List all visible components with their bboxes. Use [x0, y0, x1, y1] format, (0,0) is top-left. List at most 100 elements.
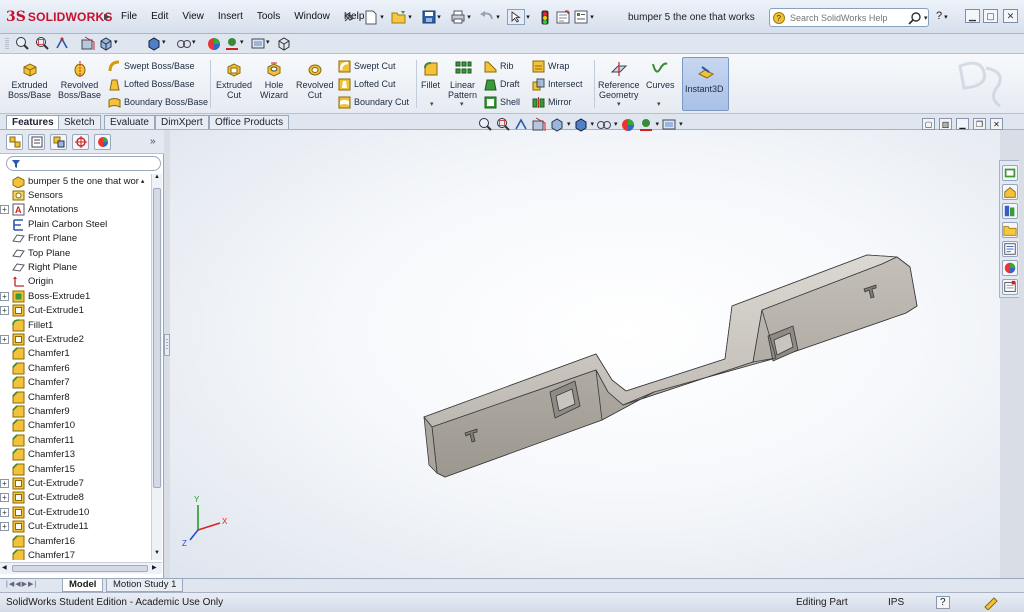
- tree-item[interactable]: Fillet1: [0, 318, 151, 332]
- expand-node-icon[interactable]: +: [0, 478, 9, 488]
- tree-item[interactable]: Chamfer8: [0, 390, 151, 404]
- hud-section-view-icon[interactable]: [531, 117, 547, 132]
- expand-node-icon[interactable]: +: [0, 522, 9, 532]
- tree-item[interactable]: Top Plane: [0, 246, 151, 260]
- hud-previous-view-icon[interactable]: [513, 117, 529, 132]
- expand-node-icon[interactable]: +: [0, 291, 9, 301]
- tree-item[interactable]: Chamfer15: [0, 462, 151, 476]
- select-arrow-icon[interactable]: [507, 9, 525, 25]
- print-dropdown-icon[interactable]: ▾: [465, 9, 473, 25]
- extruded-cut-button[interactable]: Extruded Cut: [216, 60, 252, 100]
- pin-menu-icon[interactable]: [342, 10, 356, 24]
- intersect-button[interactable]: Intersect: [532, 76, 583, 92]
- tree-item[interactable]: + Cut-Extrude8: [0, 491, 151, 505]
- edit-appearance-icon[interactable]: [206, 36, 222, 51]
- help-button[interactable]: ? ▾: [936, 10, 948, 22]
- appearances-scenes-icon[interactable]: [1002, 260, 1018, 276]
- scroll-down-icon[interactable]: ▼: [154, 550, 160, 556]
- menu-tools[interactable]: Tools: [250, 11, 287, 22]
- tree-horizontal-scrollbar[interactable]: ◀ ▶: [0, 562, 162, 574]
- unit-system-button[interactable]: IPS: [888, 597, 904, 608]
- minimize-button[interactable]: ▁: [965, 9, 980, 23]
- expand-node-icon[interactable]: +: [0, 507, 9, 517]
- tree-item[interactable]: + Boss-Extrude1: [0, 289, 151, 303]
- swept-boss-base-button[interactable]: Swept Boss/Base: [108, 58, 195, 74]
- undo-dropdown-icon[interactable]: ▾: [494, 9, 502, 25]
- solidworks-logo[interactable]: 3S SOLIDWORKS: [6, 9, 113, 25]
- hud-scene-dropdown-icon[interactable]: ▾: [656, 120, 660, 128]
- tree-item[interactable]: + Cut-Extrude7: [0, 476, 151, 490]
- tree-item[interactable]: Chamfer10: [0, 419, 151, 433]
- menu-edit[interactable]: Edit: [144, 11, 175, 22]
- rib-button[interactable]: Rib: [484, 58, 514, 74]
- fillet-button[interactable]: Fillet: [421, 60, 440, 90]
- hud-hide-show-icon[interactable]: [596, 117, 612, 132]
- view-settings-icon[interactable]: [250, 36, 266, 51]
- menu-view[interactable]: View: [175, 11, 211, 22]
- tab-model[interactable]: Model: [62, 579, 104, 592]
- tree-item[interactable]: Chamfer13: [0, 448, 151, 462]
- reference-geometry-dropdown-icon[interactable]: ▾: [617, 100, 621, 108]
- doc-restore-button[interactable]: ❐: [973, 118, 986, 130]
- viewport-split-icon[interactable]: ▢: [922, 118, 935, 130]
- expand-node-icon[interactable]: +: [0, 334, 9, 344]
- lofted-boss-base-button[interactable]: Lofted Boss/Base: [108, 76, 195, 92]
- custom-properties-icon[interactable]: [1002, 279, 1018, 295]
- tab-motion-study-1[interactable]: Motion Study 1: [106, 579, 184, 592]
- graphics-area[interactable]: Y X Z: [170, 130, 1000, 578]
- tree-item[interactable]: Sensors: [0, 188, 151, 202]
- configurationmanager-tab[interactable]: [50, 134, 67, 150]
- extruded-boss-base-button[interactable]: Extruded Boss/Base: [8, 60, 51, 100]
- menu-file[interactable]: File: [118, 11, 144, 22]
- boundary-boss-base-button[interactable]: Boundary Boss/Base: [108, 94, 208, 110]
- select-dropdown-icon[interactable]: ▾: [524, 9, 532, 25]
- curves-dropdown-icon[interactable]: ▾: [657, 100, 661, 108]
- scroll-up-icon[interactable]: ▲: [154, 174, 160, 180]
- linear-pattern-dropdown-icon[interactable]: ▾: [460, 100, 464, 108]
- file-properties-icon[interactable]: [554, 9, 572, 25]
- view-orientation-icon[interactable]: [98, 36, 114, 51]
- wrap-button[interactable]: Wrap: [532, 58, 569, 74]
- folder-icon[interactable]: [1002, 222, 1018, 238]
- search-icon[interactable]: [908, 11, 922, 25]
- hud-display-style-icon[interactable]: [573, 117, 589, 132]
- tree-root-part[interactable]: bumper 5 the one that wor ▴: [0, 174, 151, 188]
- hud-display-dropdown-icon[interactable]: ▾: [591, 120, 595, 128]
- scroll-right-icon[interactable]: ▶: [152, 564, 157, 571]
- featuremanager-tab[interactable]: [6, 134, 23, 150]
- expand-node-icon[interactable]: +: [0, 493, 9, 503]
- tab-sketch[interactable]: Sketch: [58, 115, 101, 129]
- previous-view-icon[interactable]: [54, 36, 70, 51]
- hud-view-settings-icon[interactable]: [661, 117, 677, 132]
- quick-tips-icon[interactable]: [983, 596, 999, 610]
- viewport-tile-icon[interactable]: ▥: [939, 118, 952, 130]
- hud-zoom-to-fit-icon[interactable]: [477, 117, 493, 132]
- save-dropdown-icon[interactable]: ▾: [435, 9, 443, 25]
- display-style-dropdown-icon[interactable]: ▾: [162, 38, 168, 53]
- hud-view-orientation-icon[interactable]: [549, 117, 565, 132]
- status-help-button[interactable]: ?: [936, 596, 950, 609]
- tab-nav-arrows-icon[interactable]: |◀◀▶▶|: [6, 580, 37, 588]
- scroll-thumb[interactable]: [153, 188, 161, 488]
- tree-item[interactable]: Chamfer6: [0, 361, 151, 375]
- view-orientation-dropdown-icon[interactable]: ▾: [114, 38, 120, 53]
- shell-button[interactable]: Shell: [484, 94, 520, 110]
- tree-item[interactable]: Chamfer1: [0, 347, 151, 361]
- tree-vertical-scrollbar[interactable]: ▲ ▼: [151, 174, 162, 560]
- expand-panel-icon[interactable]: »: [150, 136, 156, 147]
- tree-item[interactable]: Chamfer16: [0, 534, 151, 548]
- tab-features[interactable]: Features: [6, 115, 60, 129]
- linear-pattern-button[interactable]: Linear Pattern: [448, 60, 477, 100]
- new-dropdown-icon[interactable]: ▾: [378, 9, 386, 25]
- dimxpertmanager-tab[interactable]: [72, 134, 89, 150]
- hud-appearance-icon[interactable]: [620, 117, 636, 132]
- hud-view-settings-dropdown-icon[interactable]: ▾: [679, 120, 683, 128]
- tree-item[interactable]: Chamfer17: [0, 548, 151, 560]
- hud-scene-icon[interactable]: [638, 117, 654, 132]
- scene-dropdown-icon[interactable]: ▾: [240, 38, 246, 53]
- tree-item[interactable]: + Cut-Extrude10: [0, 505, 151, 519]
- hide-show-items-icon[interactable]: [176, 36, 192, 51]
- bumper-3d-model[interactable]: Y X Z: [170, 130, 1000, 578]
- displaymanager-tab[interactable]: [94, 134, 111, 150]
- apply-scene-icon[interactable]: [224, 36, 240, 51]
